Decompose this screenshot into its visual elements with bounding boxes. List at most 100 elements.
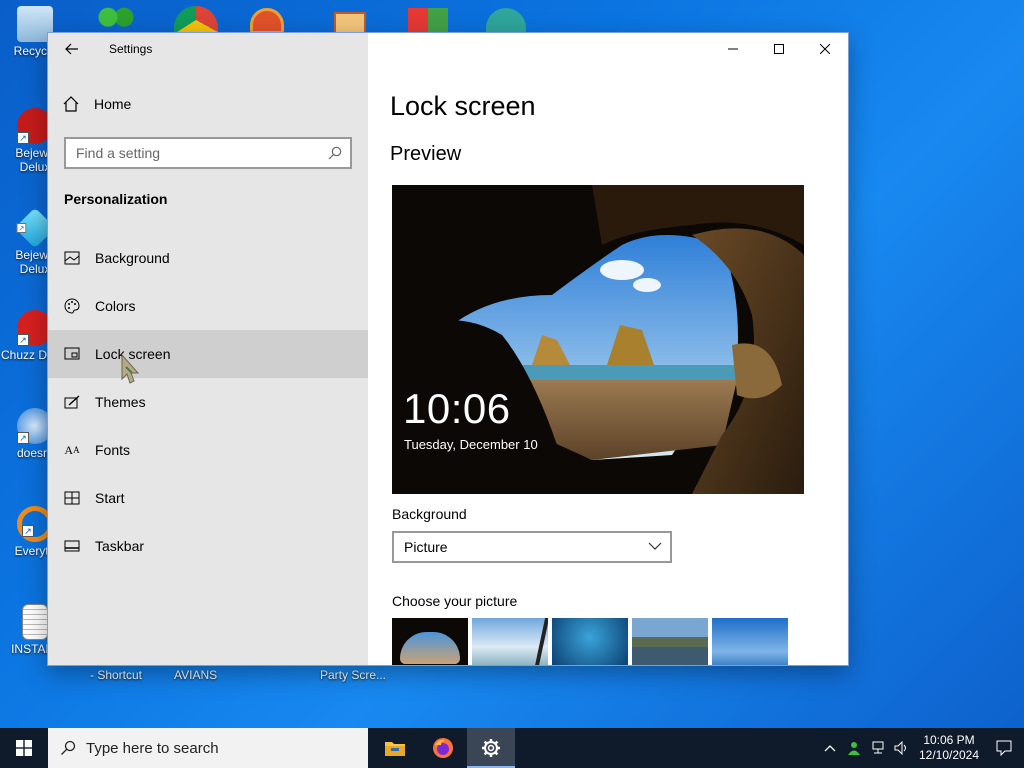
nav-item-label: Start: [95, 490, 125, 506]
home-label: Home: [94, 96, 132, 112]
nav-item-themes[interactable]: Themes: [48, 378, 368, 426]
lock-screen-preview: 10:06 Tuesday, December 10: [392, 185, 804, 494]
nav-item-colors[interactable]: Colors: [48, 282, 368, 330]
chevron-up-icon: [824, 745, 836, 752]
preview-date: Tuesday, December 10: [404, 437, 538, 452]
network-icon: [872, 741, 884, 754]
main-content: Lock screen Preview 10:06 Tuesday, Decem…: [368, 33, 848, 665]
nav-item-lock-screen[interactable]: Lock screen: [48, 330, 368, 378]
sidebar: Settings Home Personalization Background…: [48, 33, 368, 665]
thumbnail-pier-post: [534, 618, 548, 665]
title-bar[interactable]: Settings: [48, 33, 368, 65]
section-title-personalization: Personalization: [64, 191, 168, 207]
search-icon: [61, 740, 76, 755]
start-icon: [64, 490, 80, 506]
gear-icon: [482, 739, 500, 757]
settings-window: Settings Home Personalization Background…: [48, 33, 848, 665]
find-setting-input[interactable]: [66, 145, 320, 161]
people-icon: [848, 742, 860, 755]
preview-time: 10:06: [403, 385, 511, 432]
find-setting-search-box[interactable]: [64, 137, 352, 169]
taskbar-search-placeholder: Type here to search: [86, 739, 219, 757]
palette-icon: [64, 298, 80, 314]
minimize-button[interactable]: [710, 33, 756, 65]
nav-item-start[interactable]: Start: [48, 474, 368, 522]
minimize-icon: [728, 48, 738, 50]
page-title: Lock screen: [390, 91, 536, 121]
chevron-down-icon: [648, 542, 662, 550]
nav-item-label: Fonts: [95, 442, 131, 458]
pinball-icon[interactable]: [250, 8, 284, 34]
nav-item-label: Background: [95, 250, 170, 266]
thumbnail-underwater[interactable]: [552, 618, 628, 665]
background-dropdown[interactable]: Picture: [392, 531, 672, 563]
taskbar-settings[interactable]: [467, 728, 515, 768]
taskbar-firefox[interactable]: [419, 728, 467, 768]
nav-item-background[interactable]: Background: [48, 234, 368, 282]
taskbar: Type here to search 10:06 PM 12/10/2024: [0, 728, 1024, 768]
home-icon: [63, 96, 79, 112]
background-label: Background: [392, 506, 467, 522]
shortcut-arrow-icon: ↗: [17, 432, 29, 444]
maximize-button[interactable]: [756, 33, 802, 65]
character-icon[interactable]: [486, 8, 526, 34]
chrome-icon[interactable]: [174, 6, 218, 34]
taskbar-file-explorer[interactable]: [371, 728, 419, 768]
contacts-icon[interactable]: [96, 6, 136, 34]
desktop-bottom-label-party: Party Scre...: [320, 668, 387, 682]
search-icon[interactable]: [320, 139, 350, 167]
thumbnail-pier-sky[interactable]: [472, 618, 548, 665]
taskbar-clock[interactable]: 10:06 PM 12/10/2024: [914, 733, 984, 763]
close-icon: [820, 44, 830, 54]
document-icon: [22, 604, 48, 640]
show-hidden-icons-button[interactable]: [818, 728, 842, 768]
fonts-icon: AA: [64, 442, 80, 457]
home-link[interactable]: Home: [62, 95, 131, 113]
thumbnail-blue-horizon[interactable]: [712, 618, 788, 665]
nav-item-label: Colors: [95, 298, 136, 314]
windows-flag-icon[interactable]: [408, 8, 448, 34]
thumbnail-cave-opening: [400, 632, 460, 664]
back-arrow-icon: [65, 43, 78, 55]
shortcut-arrow-icon: ↗: [22, 525, 34, 537]
thumbnail-mountain-lake[interactable]: [632, 618, 708, 665]
desktop-bottom-label-shortcut: - Shortcut: [90, 668, 143, 682]
choose-picture-label: Choose your picture: [392, 593, 518, 609]
game-box-icon[interactable]: [334, 12, 366, 34]
desktop-bottom-label-avians: AVIANS: [174, 668, 218, 682]
personalization-nav: Background Colors Lock screen Themes AA …: [48, 234, 368, 570]
maximize-icon: [774, 44, 784, 54]
shortcut-arrow-icon: ↗: [17, 334, 29, 346]
action-center-button[interactable]: [984, 728, 1024, 768]
preview-heading: Preview: [390, 143, 462, 165]
taskbar-search-box[interactable]: Type here to search: [48, 728, 368, 768]
tray-app-button[interactable]: [842, 728, 866, 768]
nav-item-taskbar[interactable]: Taskbar: [48, 522, 368, 570]
taskbar-icon: [64, 538, 80, 554]
thumbnail-cave-beach[interactable]: [392, 618, 468, 665]
nav-item-label: Themes: [95, 394, 146, 410]
folder-icon: [385, 742, 405, 756]
window-controls: [710, 33, 848, 65]
app-title: Settings: [109, 42, 153, 56]
windows-logo-icon: [16, 740, 32, 756]
firefox-icon: [433, 738, 453, 758]
network-button[interactable]: [866, 728, 890, 768]
clock-date: 12/10/2024: [918, 748, 980, 762]
shortcut-arrow-icon: ↗: [16, 223, 27, 233]
start-button[interactable]: [0, 728, 48, 768]
notification-icon: [996, 740, 1012, 756]
system-tray: 10:06 PM 12/10/2024: [818, 728, 1024, 768]
mouse-cursor-icon: [121, 353, 140, 384]
volume-button[interactable]: [890, 728, 914, 768]
close-button[interactable]: [802, 33, 848, 65]
picture-thumbnails: [392, 618, 788, 665]
nav-item-label: Taskbar: [95, 538, 145, 554]
shortcut-arrow-icon: ↗: [17, 132, 29, 144]
background-dropdown-value: Picture: [404, 539, 448, 555]
back-button[interactable]: [58, 37, 86, 61]
picture-icon: [64, 250, 80, 266]
nav-item-fonts[interactable]: AA Fonts: [48, 426, 368, 474]
speaker-icon: [894, 741, 906, 755]
clock-time: 10:06 PM: [923, 733, 975, 747]
